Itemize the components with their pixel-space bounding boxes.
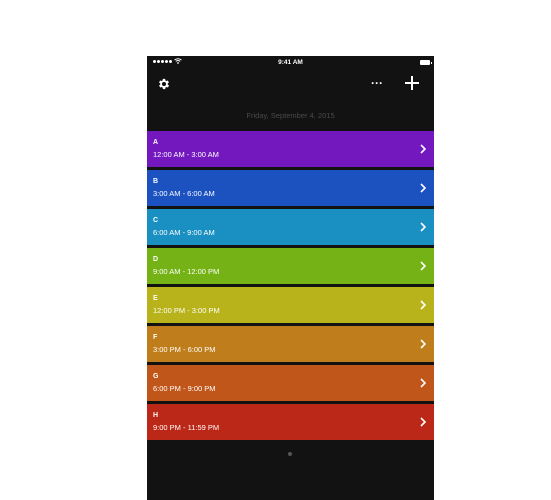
chevron-right-icon: [420, 339, 427, 349]
period-letter: G: [153, 373, 159, 380]
page-indicator-dot: [288, 452, 292, 456]
period-row-e[interactable]: E 12:00 PM - 3:00 PM: [147, 287, 434, 323]
period-time-range: 3:00 PM - 6:00 PM: [153, 345, 216, 354]
chevron-right-icon: [420, 417, 427, 427]
period-list: A 12:00 AM - 3:00 AM B 3:00 AM - 6:00 AM C 6:…: [147, 131, 434, 443]
more-options-button[interactable]: ···: [369, 75, 385, 91]
chevron-right-icon: [420, 183, 427, 193]
period-letter: D: [153, 256, 159, 263]
period-time-range: 6:00 AM - 9:00 AM: [153, 228, 215, 237]
nav-bar: ···: [147, 70, 434, 100]
period-row-f[interactable]: F 3:00 PM - 6:00 PM: [147, 326, 434, 362]
chevron-right-icon: [420, 222, 427, 232]
phone-screen: 9:41 AM ··· Friday, September 4, 2015 A 1…: [147, 56, 434, 500]
status-time: 9:41 AM: [278, 59, 303, 66]
period-row-d[interactable]: D 9:00 AM - 12:00 PM: [147, 248, 434, 284]
period-time-range: 6:00 PM - 9:00 PM: [153, 384, 216, 393]
chevron-right-icon: [420, 300, 427, 310]
period-row-g[interactable]: G 6:00 PM - 9:00 PM: [147, 365, 434, 401]
chevron-right-icon: [420, 261, 427, 271]
period-row-c[interactable]: C 6:00 AM - 9:00 AM: [147, 209, 434, 245]
gear-icon[interactable]: [157, 77, 171, 91]
period-time-range: 12:00 PM - 3:00 PM: [153, 306, 220, 315]
period-time-range: 9:00 AM - 12:00 PM: [153, 267, 220, 276]
period-row-a[interactable]: A 12:00 AM - 3:00 AM: [147, 131, 434, 167]
period-time-range: 9:00 PM - 11:59 PM: [153, 423, 220, 432]
period-row-b[interactable]: B 3:00 AM - 6:00 AM: [147, 170, 434, 206]
period-letter: F: [153, 334, 158, 341]
plus-icon[interactable]: [403, 74, 421, 92]
period-letter: C: [153, 217, 159, 224]
chevron-right-icon: [420, 144, 427, 154]
period-letter: B: [153, 178, 159, 185]
period-letter: H: [153, 412, 159, 419]
period-letter: E: [153, 295, 158, 302]
period-letter: A: [153, 139, 159, 146]
date-header: Friday, September 4, 2015: [246, 111, 335, 120]
status-bar: 9:41 AM: [147, 56, 434, 70]
period-time-range: 12:00 AM - 3:00 AM: [153, 150, 219, 159]
chevron-right-icon: [420, 378, 427, 388]
period-row-h[interactable]: H 9:00 PM - 11:59 PM: [147, 404, 434, 440]
battery-icon: [420, 60, 432, 65]
period-time-range: 3:00 AM - 6:00 AM: [153, 189, 215, 198]
